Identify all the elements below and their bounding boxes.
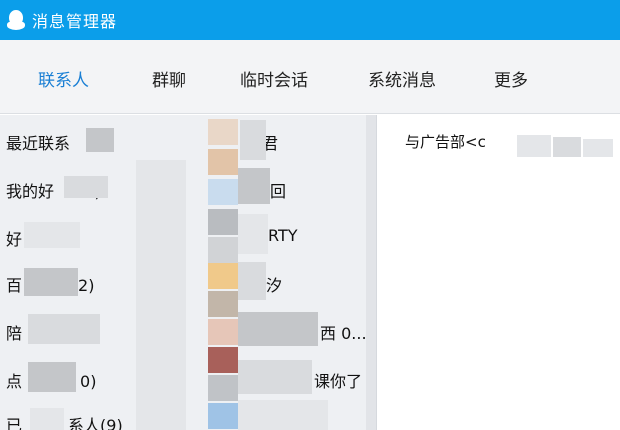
list-scrollbar[interactable] bbox=[366, 115, 376, 430]
redaction-mosaic bbox=[24, 268, 78, 296]
redaction-mosaic bbox=[238, 400, 328, 430]
tab-more[interactable]: 更多 bbox=[494, 66, 528, 91]
redaction-mosaic bbox=[238, 168, 270, 204]
group-item-3[interactable]: 好 bbox=[6, 226, 22, 250]
contact-name[interactable]: 汐 bbox=[266, 272, 282, 296]
redaction-mosaic bbox=[64, 176, 108, 198]
tab-bar: 联系人 群聊 临时会话 系统消息 更多 bbox=[0, 40, 620, 114]
contact-name[interactable]: 课你了 bbox=[314, 368, 362, 392]
tab-group-chats[interactable]: 群聊 bbox=[152, 66, 186, 91]
redaction-mosaic bbox=[28, 314, 100, 344]
redaction-mosaic bbox=[583, 139, 613, 157]
avatar bbox=[208, 403, 238, 429]
contact-name[interactable]: 西 0... bbox=[320, 320, 367, 344]
tab-system-messages[interactable]: 系统消息 bbox=[368, 66, 436, 91]
avatar bbox=[208, 347, 238, 373]
tab-contacts[interactable]: 联系人 bbox=[38, 66, 89, 91]
redaction-mosaic bbox=[136, 160, 186, 430]
avatar bbox=[208, 209, 238, 235]
redaction-mosaic bbox=[28, 362, 76, 392]
redaction-mosaic bbox=[238, 312, 318, 346]
redaction-mosaic bbox=[30, 408, 64, 430]
redaction-mosaic bbox=[86, 128, 114, 152]
avatar bbox=[208, 375, 238, 401]
redaction-mosaic bbox=[238, 360, 312, 394]
title-bar: 消息管理器 bbox=[0, 0, 620, 40]
avatar bbox=[208, 179, 238, 205]
contact-name[interactable]: RTY bbox=[268, 226, 298, 245]
redaction-mosaic bbox=[238, 262, 266, 300]
message-preview-title: 与广告部<c bbox=[405, 133, 486, 151]
redaction-mosaic bbox=[553, 137, 581, 157]
avatar bbox=[208, 237, 238, 263]
qq-penguin-icon bbox=[6, 9, 26, 31]
window-title: 消息管理器 bbox=[32, 12, 118, 31]
message-preview-pane: 与广告部<c bbox=[376, 115, 620, 430]
avatar bbox=[208, 291, 238, 317]
tab-temp-sessions[interactable]: 临时会话 bbox=[240, 66, 308, 91]
avatar bbox=[208, 149, 238, 175]
contact-name[interactable]: 回 bbox=[270, 178, 286, 202]
group-item-7[interactable]: 已系人(9) bbox=[6, 412, 123, 430]
avatar bbox=[208, 319, 238, 345]
group-item-5[interactable]: 陪 bbox=[6, 320, 22, 344]
redaction-mosaic bbox=[240, 120, 266, 160]
redaction-mosaic bbox=[24, 222, 80, 248]
redaction-mosaic bbox=[238, 214, 268, 254]
avatar bbox=[208, 119, 238, 145]
avatar bbox=[208, 263, 238, 289]
avatar-column bbox=[208, 115, 238, 430]
redaction-mosaic bbox=[517, 135, 551, 157]
